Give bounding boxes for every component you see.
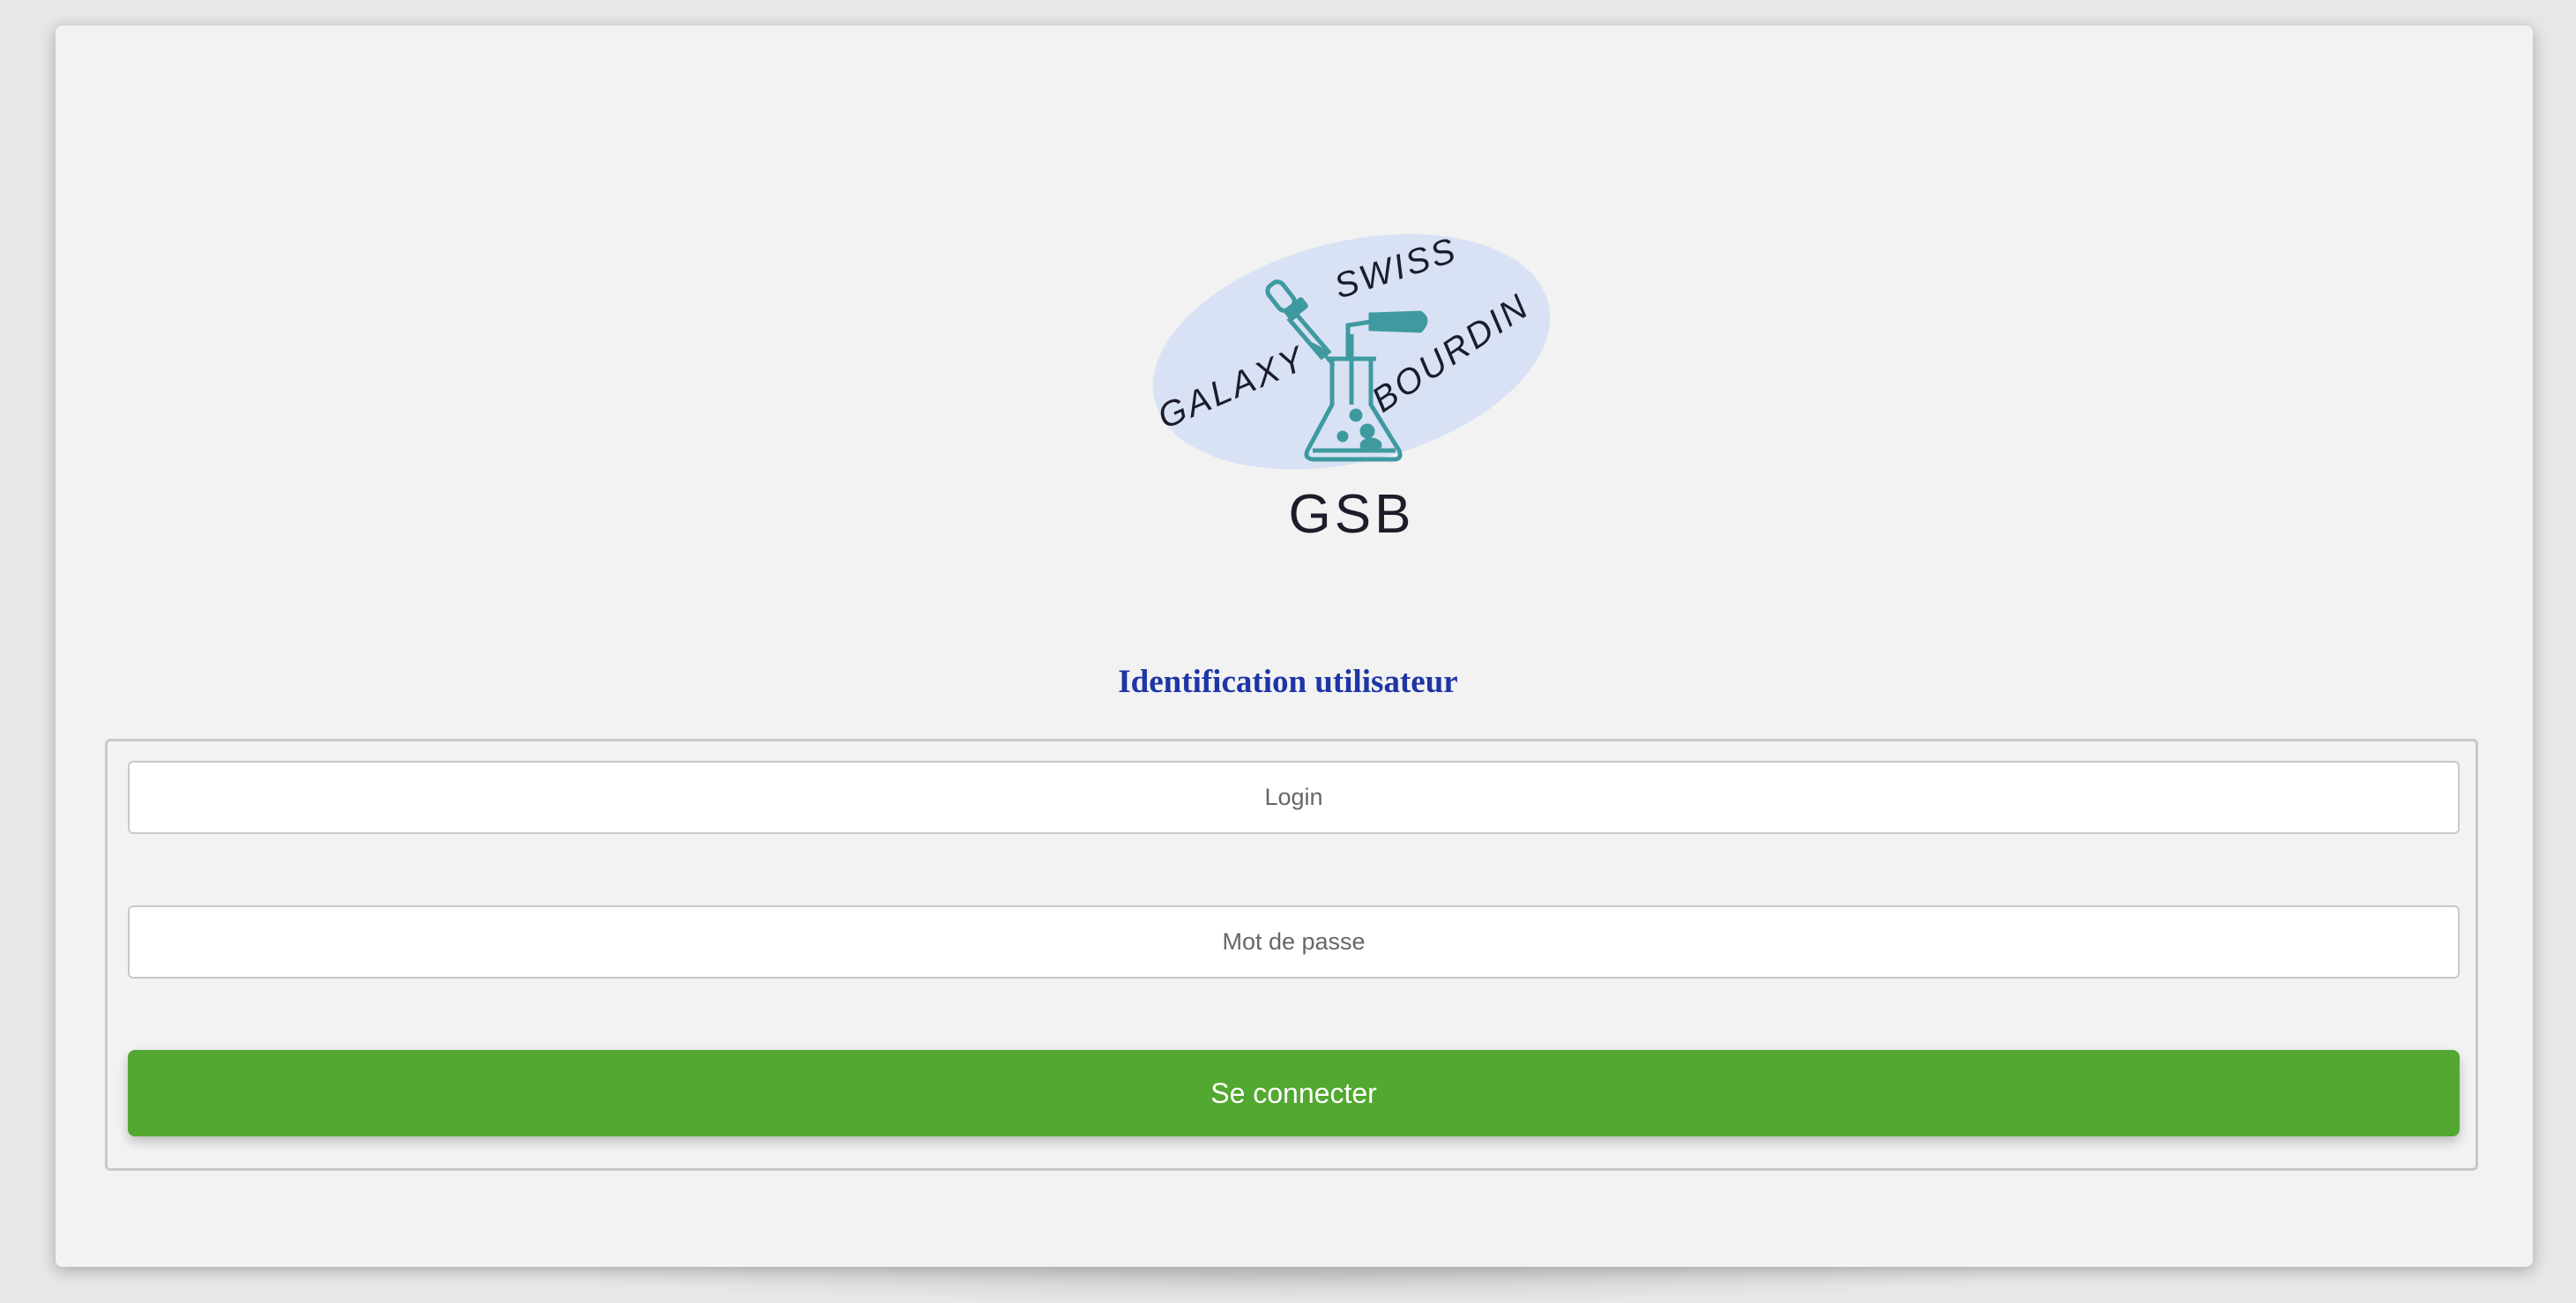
gsb-logo: GALAXY SWISS BOURDIN GSB — [1140, 202, 1563, 555]
gsb-logo-graphic: GALAXY SWISS BOURDIN GSB — [1152, 230, 1551, 545]
connect-button[interactable]: Se connecter — [128, 1050, 2460, 1136]
form-title: Identification utilisateur — [1118, 664, 1458, 700]
login-input[interactable] — [128, 761, 2460, 834]
password-input[interactable] — [128, 905, 2460, 979]
logo-acronym: GSB — [1289, 484, 1415, 545]
